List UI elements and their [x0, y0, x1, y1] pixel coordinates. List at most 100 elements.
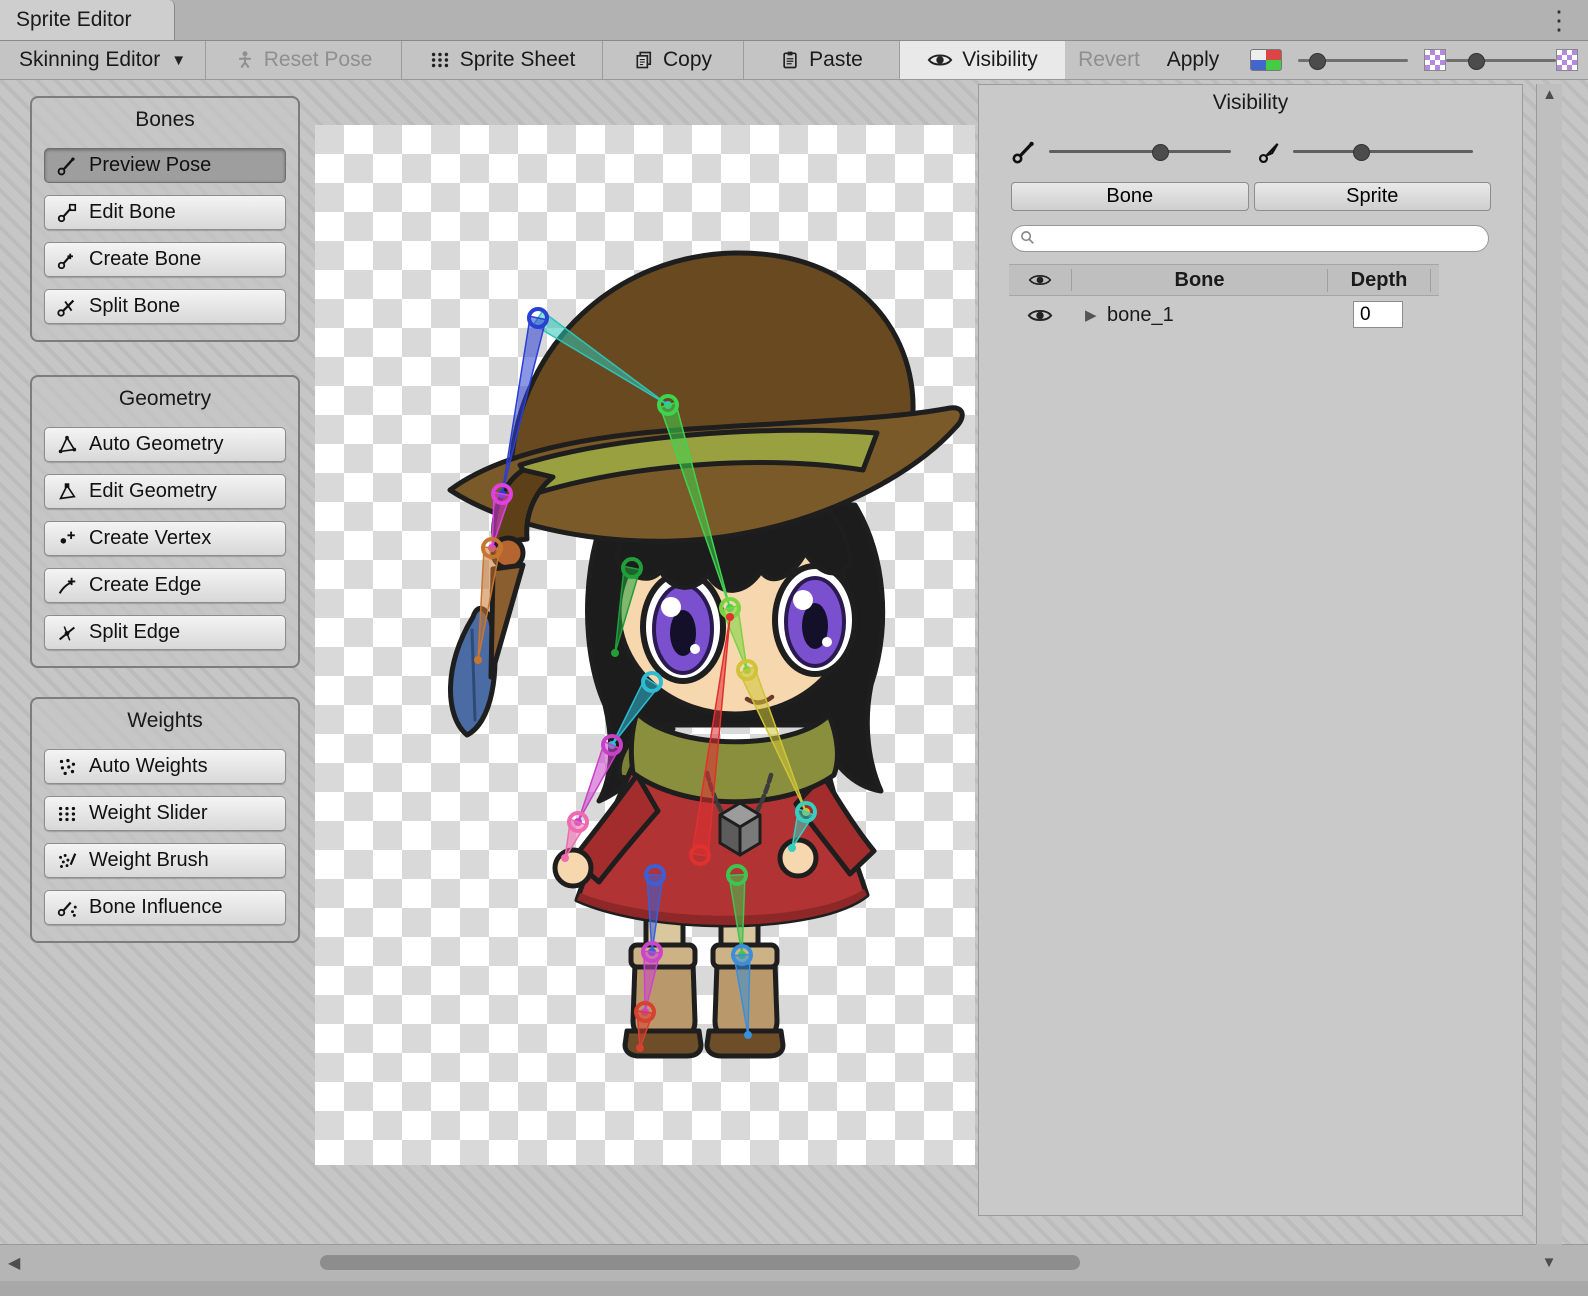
copy-icon — [634, 49, 654, 71]
sprite-editor-window: Sprite Editor ⋮ Skinning Editor ▼ Reset … — [0, 0, 1588, 1296]
create-bone-label: Create Bone — [89, 248, 201, 271]
visibility-column-eye-icon — [1009, 269, 1072, 291]
bone-influence-label: Bone Influence — [89, 896, 222, 919]
skinning-editor-dropdown[interactable]: Skinning Editor ▼ — [0, 41, 205, 79]
edit-bone-icon — [55, 202, 79, 224]
sprite-gizmo-slider-track — [1293, 150, 1473, 153]
auto-weights-icon — [55, 756, 79, 778]
sprite-sheet-icon — [429, 49, 451, 71]
revert-button[interactable]: Revert — [1065, 41, 1153, 79]
apply-button[interactable]: Apply — [1153, 41, 1233, 79]
column-header-bone: Bone — [1072, 269, 1328, 292]
sprite-sheet-button[interactable]: Sprite Sheet — [402, 41, 602, 79]
tab-sprite-editor[interactable]: Sprite Editor — [0, 0, 175, 40]
auto-weights-label: Auto Weights — [89, 755, 208, 778]
bones-panel-title: Bones — [32, 108, 298, 132]
reset-pose-icon — [235, 49, 255, 71]
alpha-slider-track — [1446, 59, 1556, 62]
expander-triangle-icon[interactable]: ▶ — [1085, 306, 1107, 324]
scroll-up-arrow-icon[interactable]: ▲ — [1537, 86, 1562, 103]
geometry-panel-title: Geometry — [32, 387, 298, 411]
edit-geometry-label: Edit Geometry — [89, 480, 217, 503]
vertical-scrollbar[interactable]: ▲ — [1536, 84, 1562, 1244]
bone-gizmo-icon — [1011, 139, 1037, 171]
zoom-slider[interactable] — [1298, 41, 1408, 79]
weight-slider-button[interactable]: Weight Slider — [44, 796, 286, 831]
depth-input[interactable] — [1353, 301, 1403, 328]
create-bone-icon — [55, 249, 79, 271]
tab-title: Sprite Editor — [16, 8, 132, 32]
bone-table-header: Bone Depth — [1009, 264, 1439, 296]
weight-brush-icon — [55, 850, 79, 872]
reset-pose-button[interactable]: Reset Pose — [206, 41, 401, 79]
scroll-down-arrow-icon[interactable]: ▼ — [1536, 1244, 1562, 1281]
search-input[interactable] — [1041, 227, 1488, 251]
preview-pose-label: Preview Pose — [89, 154, 211, 177]
copy-label: Copy — [663, 48, 712, 72]
weight-brush-label: Weight Brush — [89, 849, 209, 872]
preview-pose-button[interactable]: Preview Pose — [44, 148, 286, 183]
gizmo-sliders — [979, 133, 1522, 169]
chevron-down-icon: ▼ — [171, 52, 186, 69]
weight-slider-label: Weight Slider — [89, 802, 208, 825]
search-field[interactable] — [1011, 225, 1489, 252]
sprite-gizmo-slider[interactable] — [1293, 133, 1473, 169]
paste-button[interactable]: Paste — [744, 41, 899, 79]
split-bone-button[interactable]: Split Bone — [44, 289, 286, 324]
edit-bone-label: Edit Bone — [89, 201, 176, 224]
tab-bone[interactable]: Bone — [1011, 182, 1249, 211]
bone-gizmo-slider[interactable] — [1049, 133, 1231, 169]
bones-panel: Bones Preview Pose Edit Bone Create Bone… — [30, 96, 300, 342]
sprite-canvas[interactable] — [315, 125, 975, 1165]
split-edge-label: Split Edge — [89, 621, 180, 644]
horizontal-scrollbar[interactable]: ◀ — [0, 1244, 1588, 1281]
create-vertex-button[interactable]: Create Vertex — [44, 521, 286, 556]
sprite-gizmo-slider-knob[interactable] — [1353, 144, 1370, 161]
sprite-sheet-label: Sprite Sheet — [460, 48, 576, 72]
weight-brush-button[interactable]: Weight Brush — [44, 843, 286, 878]
apply-label: Apply — [1167, 48, 1220, 72]
create-vertex-icon — [55, 528, 79, 550]
weight-slider-icon — [55, 803, 79, 825]
split-edge-icon — [55, 622, 79, 644]
auto-weights-button[interactable]: Auto Weights — [44, 749, 286, 784]
edit-geometry-icon — [55, 481, 79, 503]
rgb-channel-swatch[interactable] — [1250, 49, 1282, 71]
create-bone-button[interactable]: Create Bone — [44, 242, 286, 277]
window-tab-bar: Sprite Editor ⋮ — [0, 0, 1588, 41]
alpha-slider-knob[interactable] — [1468, 53, 1485, 70]
visibility-panel: Visibility Bone Sprite — [978, 84, 1523, 1216]
split-edge-button[interactable]: Split Edge — [44, 615, 286, 650]
kebab-menu-icon[interactable]: ⋮ — [1546, 2, 1572, 38]
horizontal-scroll-thumb[interactable] — [320, 1255, 1080, 1270]
bone-visibility-toggle-eye-icon[interactable] — [1009, 307, 1071, 324]
sprite-gizmo-icon — [1257, 139, 1283, 171]
weights-panel-title: Weights — [32, 709, 298, 733]
alpha-slider[interactable] — [1446, 41, 1556, 79]
create-edge-icon — [55, 575, 79, 597]
copy-button[interactable]: Copy — [603, 41, 743, 79]
auto-geometry-label: Auto Geometry — [89, 433, 224, 456]
bone-influence-button[interactable]: Bone Influence — [44, 890, 286, 925]
column-header-depth: Depth — [1328, 269, 1431, 292]
eye-icon — [927, 51, 953, 69]
tab-sprite[interactable]: Sprite — [1254, 182, 1492, 211]
mode-label: Skinning Editor — [19, 48, 160, 72]
create-edge-button[interactable]: Create Edge — [44, 568, 286, 603]
toolbar: Skinning Editor ▼ Reset Pose Sprite Shee… — [0, 41, 1588, 80]
create-vertex-label: Create Vertex — [89, 527, 211, 550]
scroll-left-arrow-icon[interactable]: ◀ — [8, 1253, 20, 1273]
reset-pose-label: Reset Pose — [264, 48, 373, 72]
visibility-label: Visibility — [962, 48, 1037, 72]
search-icon — [1020, 227, 1035, 251]
visibility-button[interactable]: Visibility — [900, 41, 1065, 79]
character-sprite — [315, 125, 975, 1165]
edit-geometry-button[interactable]: Edit Geometry — [44, 474, 286, 509]
alpha-checker-start-icon — [1424, 49, 1446, 71]
auto-geometry-button[interactable]: Auto Geometry — [44, 427, 286, 462]
bone-gizmo-slider-knob[interactable] — [1152, 144, 1169, 161]
edit-bone-button[interactable]: Edit Bone — [44, 195, 286, 230]
geometry-panel: Geometry Auto Geometry Edit Geometry Cre… — [30, 375, 300, 668]
zoom-slider-knob[interactable] — [1309, 53, 1326, 70]
bone-row[interactable]: ▶ bone_1 — [1009, 298, 1489, 332]
